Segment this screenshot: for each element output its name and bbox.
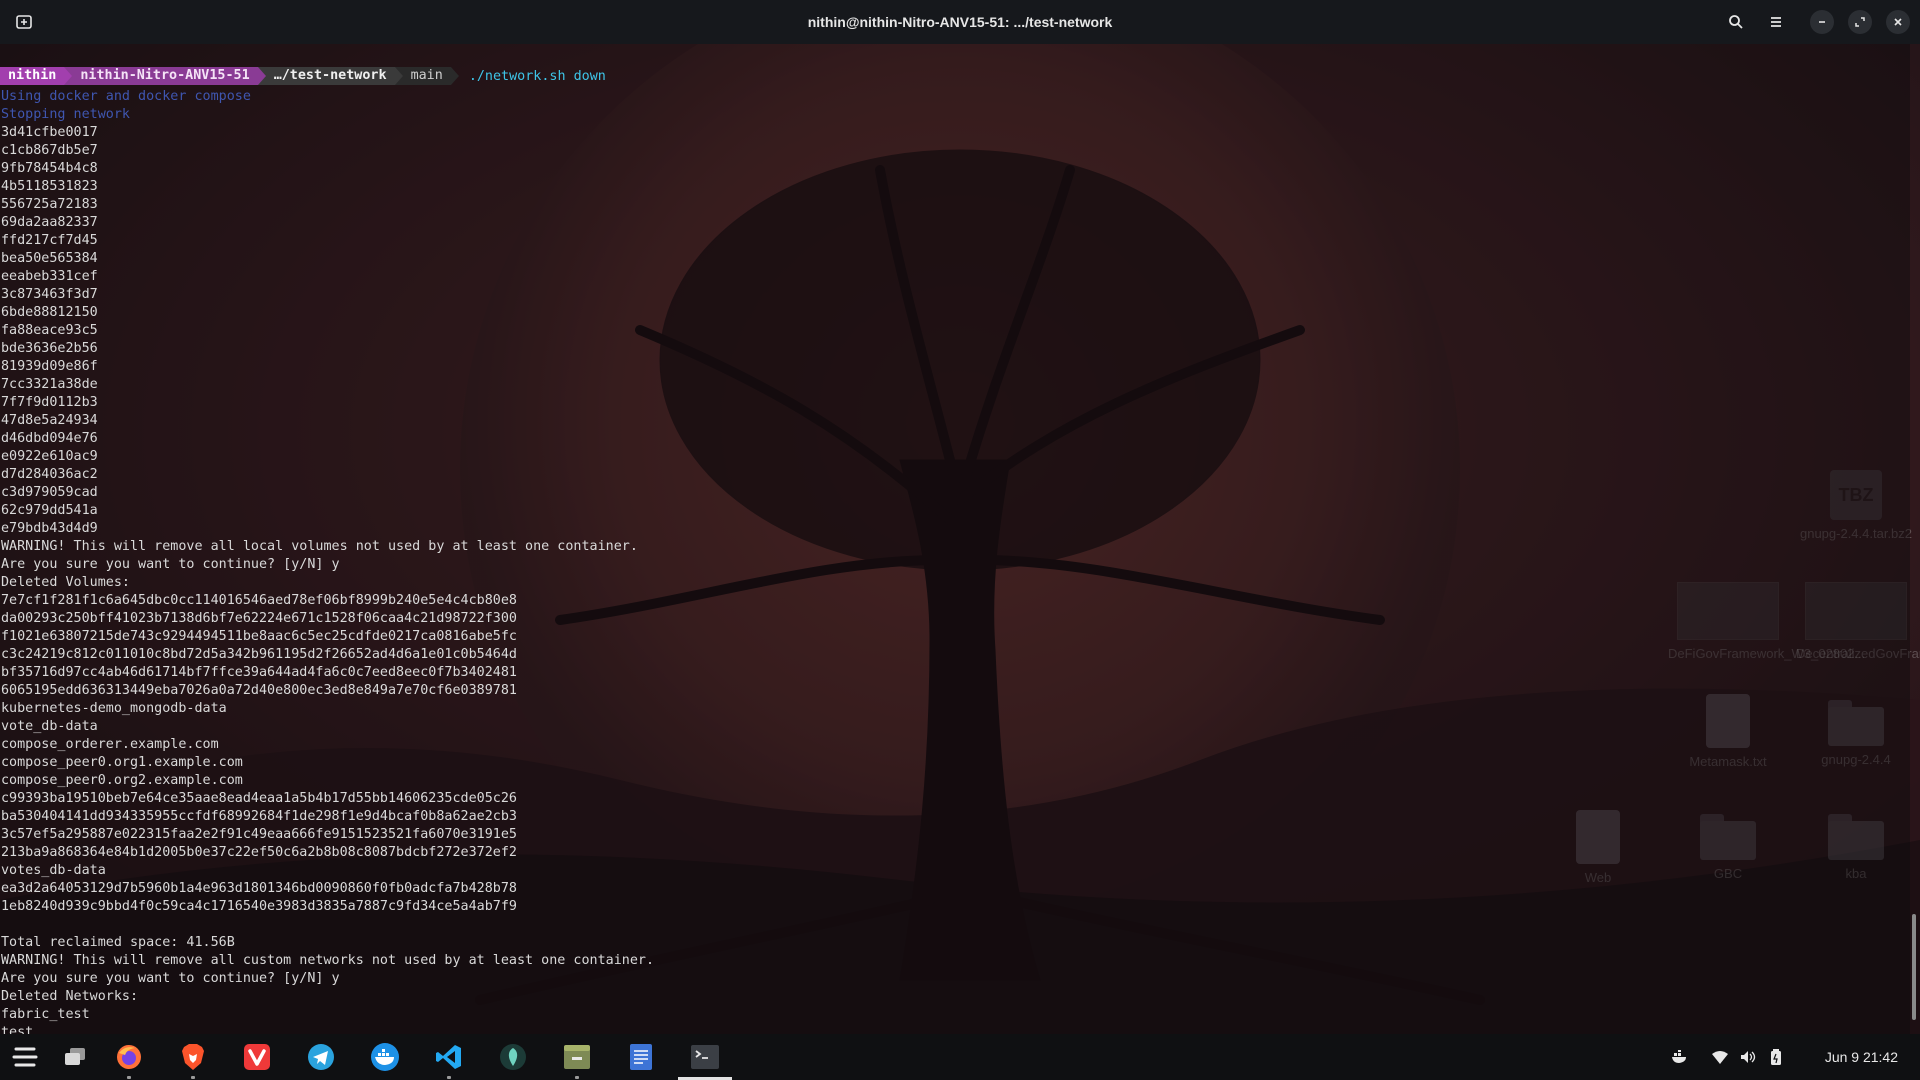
taskbar: Jun 9 21:42 [0, 1034, 1920, 1080]
terminal-line: fa88eace93c5 [1, 323, 98, 338]
terminal-line: votes_db-data [1, 863, 106, 878]
terminal-line: c99393ba19510beb7e64ce35aae8ead4eaa1a5b4… [1, 791, 517, 806]
terminal-line: Are you sure you want to continue? [y/N]… [1, 557, 340, 572]
terminal-line: f1021e63807215de743c9294494511be8aac6c5e… [1, 629, 517, 644]
prompt-separator [64, 67, 73, 85]
terminal-line: bea50e565384 [1, 251, 98, 266]
terminal-scrollbar[interactable] [1910, 44, 1918, 1034]
terminal-line: 47d8e5a24934 [1, 413, 98, 428]
docker-tray-icon[interactable] [1670, 1047, 1690, 1067]
running-indicator [447, 1076, 451, 1079]
firefox-icon[interactable] [114, 1042, 144, 1079]
terminal-icon[interactable] [690, 1042, 720, 1072]
terminal-line: 69da2aa82337 [1, 215, 98, 230]
terminal-line: c3c24219c812c011010c8bd72d5a342b961195d2… [1, 647, 517, 662]
terminal-line: 7e7cf1f281f1c6a645dbc0cc114016546aed78ef… [1, 593, 517, 608]
wifi-icon[interactable] [1710, 1047, 1730, 1067]
window-title: nithin@nithin-Nitro-ANV15-51: .../test-n… [807, 14, 1113, 30]
app-icon[interactable] [498, 1042, 528, 1072]
terminal-line: 3c57ef5a295887e022315faa2e2f91c49eaa666f… [1, 827, 517, 842]
terminal-line: ea3d2a64053129d7b5960b1a4e963d1801346bd0… [1, 881, 517, 896]
terminal-line: 213ba9a868364e84b1d2005b0e37c22ef50c6a2b… [1, 845, 517, 860]
terminal-line: da00293c250bff41023b7138d6bf7e62224e671c… [1, 611, 517, 626]
terminal-line: compose_peer0.org1.example.com [1, 755, 243, 770]
terminal-line: Deleted Networks: [1, 989, 139, 1004]
terminal-line: 81939d09e86f [1, 359, 98, 374]
hamburger-menu-icon[interactable] [1764, 10, 1788, 34]
terminal-line: Deleted Volumes: [1, 575, 130, 590]
terminal-line: Stopping network [1, 107, 130, 122]
terminal-line: 6065195edd636313449eba7026a0a72d40e800ec… [1, 683, 517, 698]
workspaces-icon[interactable] [60, 1042, 90, 1072]
prompt-host: nithin-Nitro-ANV15-51 [72, 67, 258, 85]
terminal-titlebar[interactable]: nithin@nithin-Nitro-ANV15-51: .../test-n… [0, 0, 1920, 44]
telegram-icon[interactable] [306, 1042, 336, 1072]
files-icon[interactable] [562, 1042, 592, 1079]
terminal-line: 1eb8240d939c9bbd4f0c59ca4c1716540e3983d3… [1, 899, 517, 914]
terminal-line: 62c979dd541a [1, 503, 98, 518]
terminal-line: ba530404141dd934335955ccfdf68992684f1de2… [1, 809, 517, 824]
terminal-line: Are you sure you want to continue? [y/N]… [1, 971, 340, 986]
terminal-line: compose_orderer.example.com [1, 737, 219, 752]
terminal-line: bf35716d97cc4ab46d61714bf7ffce39a644ad4f… [1, 665, 517, 680]
terminal-line: e79bdb43d4d9 [1, 521, 98, 536]
running-indicator [191, 1076, 195, 1079]
terminal-line: Total reclaimed space: 41.56B [1, 935, 235, 950]
restore-icon[interactable] [1848, 10, 1872, 34]
terminal-line: d7d284036ac2 [1, 467, 98, 482]
terminal-line: test [1, 1025, 34, 1034]
text-editor-icon[interactable] [626, 1042, 656, 1072]
terminal-line: 7f7f9d0112b3 [1, 395, 98, 410]
volume-icon[interactable] [1738, 1047, 1758, 1067]
brave-icon[interactable] [178, 1042, 208, 1079]
prompt-git-branch: main [402, 67, 451, 85]
minimize-icon[interactable] [1810, 10, 1834, 34]
terminal-line: WARNING! This will remove all local volu… [1, 539, 638, 554]
terminal-line: ffd217cf7d45 [1, 233, 98, 248]
terminal-line: vote_db-data [1, 719, 98, 734]
terminal-line: c1cb867db5e7 [1, 143, 98, 158]
clock[interactable]: Jun 9 21:42 [1825, 1034, 1898, 1080]
docker-icon[interactable] [370, 1042, 400, 1072]
terminal-line: compose_peer0.org2.example.com [1, 773, 243, 788]
battery-icon[interactable] [1766, 1047, 1786, 1067]
terminal-line: WARNING! This will remove all custom net… [1, 953, 655, 968]
terminal-line: 9fb78454b4c8 [1, 161, 98, 176]
terminal-line: 7cc3321a38de [1, 377, 98, 392]
terminal-line: 4b5118531823 [1, 179, 98, 194]
prompt-separator [257, 67, 266, 85]
prompt-separator [394, 67, 403, 85]
running-indicator [575, 1076, 579, 1079]
terminal-lines: Using docker and docker compose Stopping … [1, 88, 654, 1034]
close-icon[interactable] [1886, 10, 1910, 34]
terminal-line: 556725a72183 [1, 197, 98, 212]
terminal-line: c3d979059cad [1, 485, 98, 500]
vscode-icon[interactable] [434, 1042, 464, 1079]
scrollbar-thumb[interactable] [1912, 914, 1916, 1020]
terminal-line: Using docker and docker compose [1, 89, 251, 104]
terminal-line: d46dbd094e76 [1, 431, 98, 446]
prompt-separator [450, 67, 459, 85]
terminal-line: 6bde88812150 [1, 305, 98, 320]
search-icon[interactable] [1724, 10, 1748, 34]
terminal-line: e0922e610ac9 [1, 449, 98, 464]
terminal-line: bde3636e2b56 [1, 341, 98, 356]
shell-prompt: nithin nithin-Nitro-ANV15-51 …/test-netw… [0, 66, 606, 86]
terminal-line: 3d41cfbe0017 [1, 125, 98, 140]
prompt-directory: …/test-network [265, 67, 395, 85]
running-indicator [127, 1076, 131, 1079]
terminal-line: kubernetes-demo_mongodb-data [1, 701, 227, 716]
terminal-output-area[interactable]: nithin nithin-Nitro-ANV15-51 …/test-netw… [0, 44, 1910, 1034]
zorin-menu-icon[interactable] [10, 1042, 40, 1072]
vivaldi-icon[interactable] [242, 1042, 272, 1072]
terminal-line: 3c873463f3d7 [1, 287, 98, 302]
prompt-user: nithin [0, 67, 65, 85]
terminal-line: eeabeb331cef [1, 269, 98, 284]
terminal-line: fabric_test [1, 1007, 90, 1022]
prompt-command: ./network.sh down [468, 68, 606, 84]
